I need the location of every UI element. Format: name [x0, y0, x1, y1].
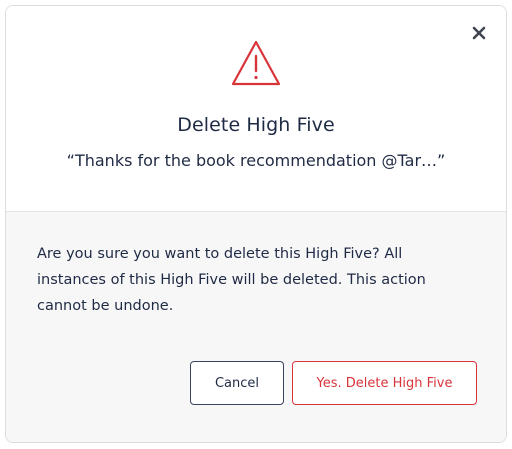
close-icon — [472, 26, 486, 40]
confirmation-message: Are you sure you want to delete this Hig… — [37, 246, 426, 314]
delete-dialog: Delete High Five “Thanks for the book re… — [5, 5, 507, 443]
dialog-body: Are you sure you want to delete this Hig… — [6, 212, 506, 442]
warning-triangle-icon — [231, 40, 281, 86]
confirm-delete-button[interactable]: Yes. Delete High Five — [292, 361, 477, 405]
close-button[interactable] — [468, 22, 490, 44]
high-five-quote: “Thanks for the book recommendation @Tar… — [66, 151, 446, 170]
dialog-header: Delete High Five “Thanks for the book re… — [6, 6, 506, 212]
dialog-title: Delete High Five — [177, 114, 335, 136]
cancel-button[interactable]: Cancel — [190, 361, 284, 405]
